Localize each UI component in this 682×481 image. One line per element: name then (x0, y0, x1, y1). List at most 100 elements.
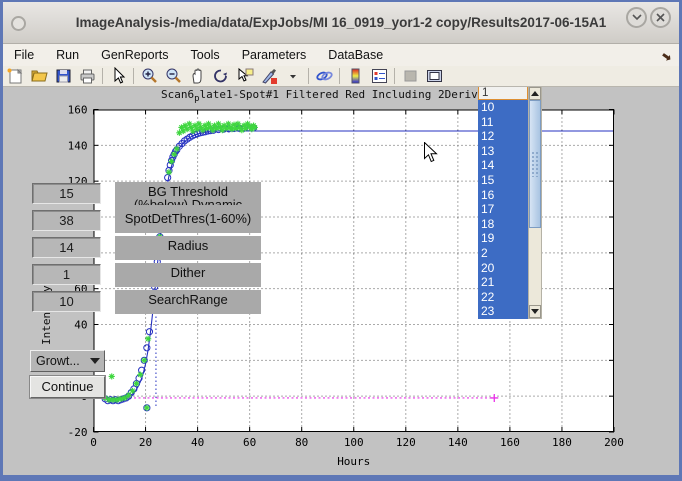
pointer-icon[interactable] (106, 67, 130, 85)
param-label-text: SpotDetThres(1-60%) (115, 212, 261, 225)
menu-item-tools[interactable]: Tools (180, 48, 231, 62)
spot-list-item-10[interactable]: 10 (478, 100, 528, 115)
svg-text:60: 60 (243, 436, 256, 449)
svg-text:0: 0 (90, 436, 97, 449)
param-label-text: BG Threshold (115, 185, 261, 198)
zoom-in-icon[interactable] (137, 67, 161, 85)
spot-list-item-13[interactable]: 13 (478, 144, 528, 159)
brush-dropdown-icon[interactable] (281, 67, 305, 85)
menu-item-parameters[interactable]: Parameters (231, 48, 318, 62)
spot-list-item-16[interactable]: 16 (478, 188, 528, 203)
brush-icon[interactable] (257, 67, 281, 85)
data-cursor-icon[interactable] (233, 67, 257, 85)
toolbar-separator (339, 68, 340, 84)
menu-item-database[interactable]: DataBase (317, 48, 394, 62)
spot-list-item-19[interactable]: 19 (478, 231, 528, 246)
spot-list-item-18[interactable]: 18 (478, 217, 528, 232)
window-border-left (0, 0, 3, 481)
param-label-dither[interactable]: Dither (115, 263, 261, 287)
svg-text:120: 120 (396, 436, 416, 449)
spot-number-selector: 1 10111213141516171819220212223 (478, 86, 542, 319)
triangle-up-icon (531, 91, 539, 96)
spot-list-item-20[interactable]: 20 (478, 261, 528, 276)
param-label-text-2: (%below) Dynamic (115, 198, 261, 205)
spot-list-item-22[interactable]: 22 (478, 290, 528, 305)
param-input-searchrange[interactable]: 10 (32, 291, 101, 312)
svg-text:100: 100 (344, 436, 364, 449)
scroll-down-button[interactable] (529, 305, 541, 318)
param-label-searchrange[interactable]: SearchRange (115, 290, 261, 314)
rollup-button[interactable] (626, 7, 647, 28)
chevron-down-icon (632, 14, 642, 21)
zoom-out-icon[interactable] (161, 67, 185, 85)
svg-text:-20: -20 (68, 426, 88, 439)
svg-text:200: 200 (604, 436, 624, 449)
scrollbar-track[interactable] (529, 100, 541, 305)
triangle-down-icon (531, 309, 539, 314)
close-icon (656, 13, 665, 22)
window-title: ImageAnalysis-/media/data/ExpJobs/MI 16_… (3, 15, 679, 30)
svg-text:140: 140 (68, 139, 88, 152)
spot-list-item-11[interactable]: 11 (478, 115, 528, 130)
window-border-bottom[interactable] (0, 475, 682, 481)
insert-legend-icon[interactable] (367, 67, 391, 85)
menubar: FileRunGenReportsToolsParametersDataBase (3, 44, 679, 67)
param-input-dither[interactable]: 1 (32, 264, 101, 285)
toolbar-separator (102, 68, 103, 84)
svg-text:20: 20 (139, 436, 152, 449)
menu-overflow-icon[interactable] (661, 49, 671, 67)
print-icon[interactable] (75, 67, 99, 85)
continue-button[interactable]: Continue (30, 376, 105, 398)
rotate-3d-icon[interactable] (209, 67, 233, 85)
plot-title: Scan6plate1-Spot#1 Filtered Red Includin… (161, 88, 498, 104)
spot-selector-value[interactable]: 1 (478, 86, 528, 100)
spot-list-item-21[interactable]: 21 (478, 275, 528, 290)
svg-text:160: 160 (500, 436, 520, 449)
scroll-up-button[interactable] (529, 87, 541, 100)
app-window: ImageAnalysis-/media/data/ExpJobs/MI 16_… (0, 0, 682, 481)
menu-item-genreports[interactable]: GenReports (90, 48, 179, 62)
titlebar[interactable]: ImageAnalysis-/media/data/ExpJobs/MI 16_… (3, 0, 679, 44)
toolbar-separator (308, 68, 309, 84)
hide-plot-tools-icon[interactable] (398, 67, 422, 85)
insert-colorbar-icon[interactable] (343, 67, 367, 85)
link-plots-icon[interactable] (312, 67, 336, 85)
spot-list-scrollbar[interactable] (528, 86, 542, 319)
param-label-spotdetthres-1-60-[interactable]: SpotDetThres(1-60%) (115, 209, 261, 233)
param-label-text: Radius (115, 239, 261, 252)
svg-text:40: 40 (191, 436, 204, 449)
menu-item-file[interactable]: File (3, 48, 45, 62)
new-document-icon[interactable] (3, 67, 27, 85)
spot-list-item-12[interactable]: 12 (478, 129, 528, 144)
window-menu-icon[interactable] (11, 16, 26, 31)
param-input-bg-threshold[interactable]: 15 (32, 183, 101, 204)
toolbar-separator (133, 68, 134, 84)
growth-model-dropdown[interactable]: Growt... (30, 350, 105, 372)
save-icon[interactable] (51, 67, 75, 85)
spot-list-item-2[interactable]: 2 (478, 246, 528, 261)
close-button[interactable] (650, 7, 671, 28)
spot-selector-list: 10111213141516171819220212223 (478, 100, 528, 319)
param-label-text: Dither (115, 266, 261, 279)
svg-text:180: 180 (552, 436, 572, 449)
scrollbar-thumb[interactable] (529, 100, 541, 228)
spot-list-item-15[interactable]: 15 (478, 173, 528, 188)
spot-list-item-23[interactable]: 23 (478, 304, 528, 319)
show-plot-tools-icon[interactable] (422, 67, 446, 85)
param-label-text: SearchRange (115, 293, 261, 306)
menu-item-run[interactable]: Run (45, 48, 90, 62)
toolbar (3, 66, 679, 87)
dropdown-arrow-icon (90, 358, 100, 364)
svg-text:80: 80 (295, 436, 308, 449)
param-input-spotdetthres-1-60-[interactable]: 38 (32, 210, 101, 231)
thumb-grip-icon (531, 151, 539, 177)
param-label-radius[interactable]: Radius (115, 236, 261, 260)
param-label-bg-threshold[interactable]: BG Threshold(%below) Dynamic (115, 182, 261, 209)
spot-list-item-14[interactable]: 14 (478, 158, 528, 173)
param-input-radius[interactable]: 14 (32, 237, 101, 258)
svg-text:160: 160 (68, 104, 88, 117)
pan-hand-icon[interactable] (185, 67, 209, 85)
growth-dropdown-label: Growt... (31, 354, 90, 368)
open-folder-icon[interactable] (27, 67, 51, 85)
spot-list-item-17[interactable]: 17 (478, 202, 528, 217)
